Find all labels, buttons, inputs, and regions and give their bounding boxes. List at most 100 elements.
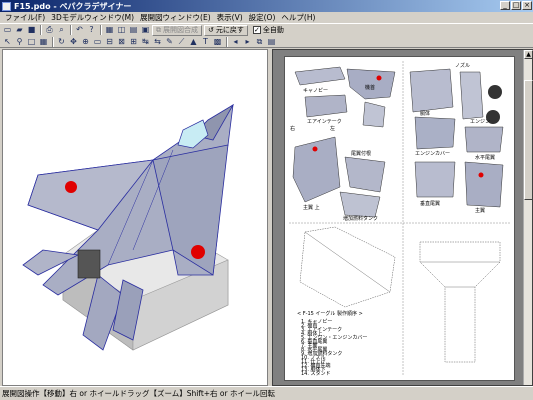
part-canopy <box>294 66 346 86</box>
part-stand-pillar <box>419 241 501 363</box>
label-main-wing: 主翼 上 <box>303 204 320 211</box>
fold-icon[interactable]: ⊟ <box>104 37 115 47</box>
flap-icon[interactable]: ⊠ <box>116 37 127 47</box>
checkbox-box[interactable]: ✓ <box>252 26 261 34</box>
auto-move-checkbox[interactable]: ✓ 全自動 <box>252 25 284 35</box>
restore-button[interactable]: ↺ 元に戻す <box>204 24 248 36</box>
app-icon <box>2 1 11 11</box>
merge-icon: ⧉ <box>156 25 161 34</box>
part-nozzle-1 <box>488 85 502 99</box>
label-canopy: キャノピー <box>303 88 328 94</box>
part-body-rear <box>409 68 454 113</box>
merge-parts-label: 展開図合成 <box>163 26 198 34</box>
toolbar-separator <box>100 25 102 35</box>
copy-icon[interactable]: ⧉ <box>254 37 265 47</box>
window-controls: _ □ × <box>500 1 532 10</box>
grid-icon[interactable]: ▦ <box>38 37 49 47</box>
menu-bar: ファイル(F) 3Dモデルウィンドウ(M) 展開図ウィンドウ(E) 表示(V) … <box>0 12 533 23</box>
paint-icon[interactable]: ▲ <box>188 37 199 47</box>
view-mode-icon[interactable]: ▣ <box>140 25 151 35</box>
line-icon[interactable]: ⟋ <box>176 37 187 47</box>
help-icon[interactable]: ? <box>86 25 97 35</box>
mirror-icon[interactable]: ⇆ <box>152 37 163 47</box>
part-engine-cover <box>414 116 456 150</box>
print-preview-icon[interactable]: ⌕ <box>56 25 67 35</box>
toolbar-separator <box>226 36 228 47</box>
frame-icon[interactable]: □ <box>26 37 37 47</box>
label-engine-cover: エンジンカバー <box>415 151 450 157</box>
open-folder-icon[interactable]: ▰ <box>14 25 25 35</box>
zoom-icon[interactable]: ⚲ <box>14 37 25 47</box>
image-icon[interactable]: ▩ <box>212 37 223 47</box>
move-icon[interactable]: ✥ <box>68 37 79 47</box>
merge-parts-button[interactable]: ⧉ 展開図合成 <box>152 24 202 36</box>
paste-icon[interactable]: ▤ <box>266 37 277 47</box>
page-next-icon[interactable]: ▸ <box>242 37 253 47</box>
label-wing-l: 主翼 <box>475 207 485 214</box>
menu-3d-model-window[interactable]: 3Dモデルウィンドウ(M) <box>48 12 137 23</box>
part-intake <box>304 94 348 118</box>
part-main-wing <box>292 136 341 203</box>
print-page: キャノピー ノズル 機首 エアインテーク エンジン 水平尾翼 胴体 エンジンカバ… <box>284 56 515 381</box>
label-r-mark: 右 <box>290 125 295 132</box>
toolbar-separator <box>70 25 72 35</box>
scroll-up-arrow-icon[interactable]: ▲ <box>524 50 533 59</box>
undo-icon[interactable]: ↶ <box>74 25 85 35</box>
menu-help[interactable]: ヘルプ(H) <box>278 12 318 23</box>
window-title: F15.pdo - ペパクラデザイナー <box>14 1 132 11</box>
menu-settings[interactable]: 設定(O) <box>246 12 279 23</box>
rotate-icon[interactable]: ↻ <box>56 37 67 47</box>
save-icon[interactable]: ■ <box>26 25 37 35</box>
part-roundel <box>376 75 382 81</box>
texture-icon[interactable]: ▦ <box>104 25 115 35</box>
select-icon[interactable]: ↖ <box>2 37 13 47</box>
text-icon[interactable]: T <box>200 37 211 47</box>
part-fuel-tank <box>339 191 381 218</box>
close-button[interactable]: × <box>522 1 532 10</box>
assembly-title: < F-15 イーグル 製作順序 > <box>297 310 363 317</box>
maximize-button[interactable]: □ <box>511 1 521 10</box>
part-engine <box>459 71 484 120</box>
pen-icon[interactable]: ✎ <box>164 37 175 47</box>
auto-move-label: 全自動 <box>262 26 284 34</box>
menu-file[interactable]: ファイル(F) <box>2 12 48 23</box>
status-bar: 展開図操作【移動】右 or ホイールドラッグ【ズーム】Shift+右 or ホイ… <box>0 386 533 400</box>
status-text: 展開図操作【移動】右 or ホイールドラッグ【ズーム】Shift+右 or ホイ… <box>2 389 275 398</box>
label-vertical: 垂直尾翼 <box>420 200 440 207</box>
part-body <box>344 156 386 193</box>
align-icon[interactable]: ↹ <box>140 37 151 47</box>
part-roundel <box>312 146 318 152</box>
new-file-icon[interactable]: ▭ <box>2 25 13 35</box>
edit-toolbar: ↖ ⚲ □ ▦ ↻ ✥ ⊕ ▭ ⊟ ⊠ ⊞ ↹ ⇆ ✎ ⟋ ▲ T ▩ ◂ ▸ … <box>0 36 533 48</box>
part-vertical <box>414 161 456 198</box>
assembly-steps: 1. キャノピー 2. 機首 3. エアインテーク 4. 胴体上 5. エンジン… <box>301 319 367 377</box>
minimize-button[interactable]: _ <box>500 1 510 10</box>
join-icon[interactable]: ⊕ <box>80 37 91 47</box>
assembly-step: 14. スタンド <box>301 370 331 377</box>
menu-unfold-window[interactable]: 展開図ウィンドウ(E) <box>137 12 214 23</box>
main-toolbar: ▭ ▰ ■ ⎙ ⌕ ↶ ? ▦ ◫ ▤ ▣ ⧉ 展開図合成 ↺ 元に戻す ✓ 全… <box>0 23 533 36</box>
cut-icon[interactable]: ▭ <box>92 37 103 47</box>
label-stabilizer: 水平尾翼 <box>475 154 495 161</box>
unfold-sheet: キャノピー ノズル 機首 エアインテーク エンジン 水平尾翼 胴体 エンジンカバ… <box>289 61 510 377</box>
menu-view[interactable]: 表示(V) <box>214 12 246 23</box>
part-wing-l <box>464 161 504 208</box>
toolbar-separator <box>52 36 54 47</box>
edge-icon[interactable]: ◫ <box>116 25 127 35</box>
toolbar-separator <box>40 25 42 35</box>
split-icon[interactable]: ⊞ <box>128 37 139 47</box>
3d-model-view[interactable] <box>2 49 268 386</box>
face-icon[interactable]: ▤ <box>128 25 139 35</box>
right-roundel <box>191 245 205 259</box>
engine-nozzle <box>77 249 101 279</box>
part-roundel <box>478 172 484 178</box>
restore-label: 元に戻す <box>215 26 244 34</box>
page-prev-icon[interactable]: ◂ <box>230 37 241 47</box>
print-icon[interactable]: ⎙ <box>44 25 55 35</box>
part-nose <box>346 68 396 100</box>
label-nozzle: ノズル <box>455 62 470 69</box>
vertical-scrollbar[interactable]: ▲ <box>523 50 533 385</box>
part-intake-2 <box>362 101 386 128</box>
scroll-thumb[interactable] <box>524 80 533 200</box>
unfold-view[interactable]: キャノピー ノズル 機首 エアインテーク エンジン 水平尾翼 胴体 エンジンカバ… <box>272 49 533 386</box>
